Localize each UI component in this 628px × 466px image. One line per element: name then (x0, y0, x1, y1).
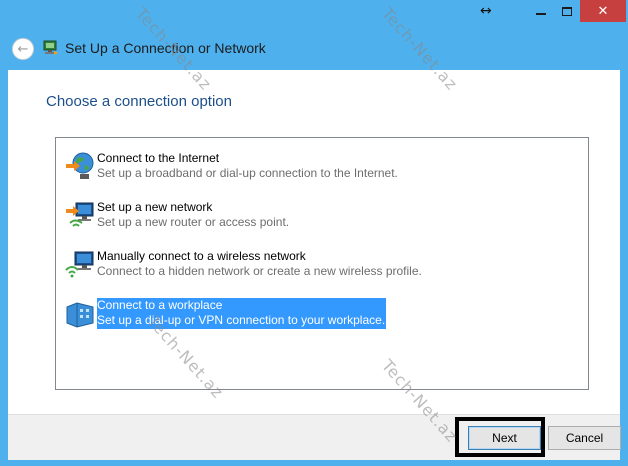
next-button-highlight (455, 417, 545, 457)
resize-icon: ↔ (480, 3, 492, 19)
option-title: Connect to the Internet (97, 151, 220, 165)
title-bar[interactable]: ↔ ✕ (0, 0, 628, 28)
main-content: Choose a connection option Connect to th… (8, 70, 620, 414)
window-title: Set Up a Connection or Network (65, 40, 266, 56)
option-manual-wireless[interactable]: Manually connect to a wireless network C… (64, 248, 504, 282)
option-title: Set up a new network (97, 200, 213, 214)
option-title: Connect to a workplace (97, 298, 223, 312)
back-arrow-icon: ← (17, 41, 29, 57)
network-setup-icon (43, 40, 58, 55)
workplace-icon (66, 302, 94, 328)
page-heading: Choose a connection option (46, 93, 232, 110)
header: ← Set Up a Connection or Network (8, 28, 620, 70)
minimize-icon (536, 13, 546, 15)
maximize-button[interactable] (554, 0, 580, 22)
router-icon (66, 202, 94, 227)
option-title: Manually connect to a wireless network (97, 249, 306, 263)
cancel-button[interactable]: Cancel (548, 426, 621, 450)
option-description: Connect to a hidden network or create a … (97, 264, 422, 278)
close-button[interactable]: ✕ (580, 0, 626, 22)
connection-option-list[interactable]: Connect to the Internet Set up a broadba… (55, 137, 589, 390)
back-button[interactable]: ← (12, 38, 34, 60)
option-new-network[interactable]: Set up a new network Set up a new router… (64, 199, 504, 233)
option-connect-workplace[interactable]: Connect to a workplace Set up a dial-up … (64, 297, 504, 331)
minimize-button[interactable] (528, 0, 554, 22)
globe-icon (66, 152, 94, 179)
close-icon: ✕ (597, 3, 609, 19)
wireless-icon (65, 251, 94, 278)
option-description: Set up a broadband or dial-up connection… (97, 166, 398, 180)
maximize-icon (562, 6, 572, 16)
option-description: Set up a dial-up or VPN connection to yo… (97, 313, 386, 327)
option-description: Set up a new router or access point. (97, 215, 290, 229)
option-connect-internet[interactable]: Connect to the Internet Set up a broadba… (64, 150, 504, 184)
